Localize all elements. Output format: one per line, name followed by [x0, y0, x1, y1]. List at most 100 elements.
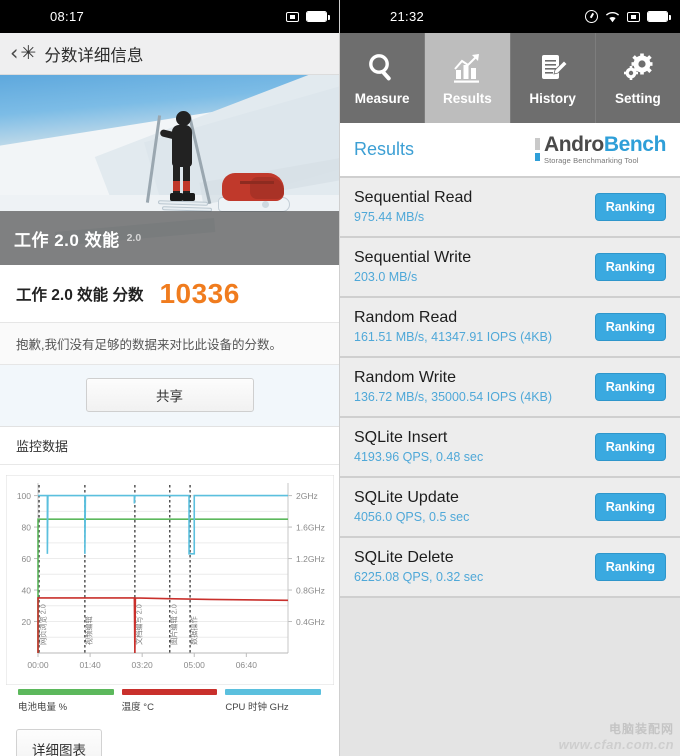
monitor-chart: 20 40 60 80 100 0.4GHz 0.8GHz 1.2GHz 1.6GHz 2GHz 0… — [0, 465, 339, 715]
battery-icon — [306, 11, 330, 22]
monitor-section-header: 监控数据 — [0, 427, 339, 465]
legend-item: CPU 时钟 GHz — [225, 689, 322, 713]
status-time: 08:17 — [50, 9, 85, 24]
score-row: 工作 2.0 效能 分数 10336 — [0, 265, 339, 323]
svg-text:60: 60 — [22, 554, 32, 564]
svg-text:100: 100 — [17, 491, 31, 501]
magnifier-icon — [369, 53, 391, 80]
svg-text:数据操作: 数据操作 — [190, 616, 199, 645]
brand-name-first: Andro — [543, 133, 604, 157]
logo-marks — [534, 138, 540, 161]
hero-image: 工作 2.0 效能 2.0 — [0, 75, 339, 265]
tab-bar: Measure Results History Setting — [340, 33, 680, 123]
result-row: Random Read 161.51 MB/s, 41347.91 IOPS (4… — [340, 298, 680, 358]
detail-chart-section: 详细图表 — [0, 715, 339, 756]
benchmark-name: 工作 2.0 效能 — [14, 230, 120, 250]
dual-screenshot: 08:17 ‹ ✳ 分数详细信息 工作 2.0 效能 2.0 工作 2.0 效能… — [0, 0, 680, 756]
vibrate-icon — [627, 11, 640, 22]
result-value: 4193.96 QPS, 0.48 sec — [354, 450, 484, 464]
comparison-note: 抱歉,我们没有足够的数据来对比此设备的分数。 — [0, 323, 339, 365]
document-edit-icon — [541, 54, 568, 79]
result-name: Sequential Read — [354, 189, 473, 206]
legend-label: 电池电量 % — [18, 702, 68, 713]
ranking-button[interactable]: Ranking — [594, 492, 666, 521]
result-name: Random Write — [354, 369, 456, 386]
data-saver-icon — [585, 10, 598, 23]
svg-text:03:20: 03:20 — [132, 660, 154, 670]
result-value: 203.0 MB/s — [354, 270, 418, 284]
svg-text:1.6GHz: 1.6GHz — [296, 523, 325, 533]
svg-text:00:00: 00:00 — [27, 660, 49, 670]
svg-text:0.8GHz: 0.8GHz — [296, 586, 325, 596]
result-row: Random Write 136.72 MB/s, 35000.54 IOPS (… — [340, 358, 680, 418]
svg-text:1.2GHz: 1.2GHz — [296, 554, 325, 564]
svg-text:2GHz: 2GHz — [296, 491, 318, 501]
cast-icon — [286, 11, 299, 22]
monitor-chart-svg: 20 40 60 80 100 0.4GHz 0.8GHz 1.2GHz 1.6GHz 2GHz 0… — [6, 475, 334, 685]
legend-item: 温度 °C — [121, 689, 218, 713]
ranking-button[interactable]: Ranking — [594, 552, 666, 581]
svg-text:0.4GHz: 0.4GHz — [296, 617, 325, 627]
pcmark-screen: 08:17 ‹ ✳ 分数详细信息 工作 2.0 效能 2.0 工作 2.0 效能… — [0, 0, 340, 756]
bar-chart-icon — [454, 53, 480, 83]
ranking-button[interactable]: Ranking — [594, 432, 666, 461]
result-name: Sequential Write — [354, 249, 472, 266]
tab-label: Setting — [615, 90, 661, 106]
status-time: 21:32 — [390, 9, 425, 24]
legend-item: 电池电量 % — [18, 689, 114, 713]
benchmark-version: 2.0 — [126, 232, 142, 244]
ranking-button[interactable]: Ranking — [594, 252, 666, 281]
tab-measure[interactable]: Measure — [340, 33, 426, 123]
detail-chart-button[interactable]: 详细图表 — [16, 729, 102, 756]
tab-history[interactable]: History — [510, 33, 596, 123]
skier-illustration — [145, 111, 213, 223]
tab-results[interactable]: Results — [425, 33, 511, 123]
pcmark-snowflake-icon: ✳ — [20, 43, 37, 64]
androbench-screen: 21:32 Measure Results History Setting Re… — [340, 0, 680, 756]
svg-text:80: 80 — [22, 523, 32, 533]
ranking-button[interactable]: Ranking — [594, 372, 666, 401]
svg-text:05:00: 05:00 — [184, 660, 206, 670]
svg-text:01:40: 01:40 — [79, 660, 101, 670]
result-row: SQLite Update 4056.0 QPS, 0.5 sec Ranking — [340, 478, 680, 538]
androbench-logo: AndroBench Storage Benchmarking Tool — [534, 133, 667, 166]
results-title: Results — [354, 139, 415, 159]
battery-icon — [647, 11, 671, 22]
tab-label: Measure — [354, 90, 410, 106]
legend-label: 温度 °C — [121, 702, 154, 713]
result-value: 161.51 MB/s, 41347.91 IOPS (4KB) — [354, 330, 553, 344]
result-row: SQLite Insert 4193.96 QPS, 0.48 sec Rankin… — [340, 418, 680, 478]
ranking-button[interactable]: Ranking — [594, 312, 666, 341]
app-bar: ‹ ✳ 分数详细信息 — [0, 33, 339, 75]
status-bar-left: 08:17 — [0, 0, 339, 33]
result-row: Sequential Read 975.44 MB/s Ranking — [340, 178, 680, 238]
tab-label: Results — [442, 90, 492, 106]
chart-legend: 电池电量 % 温度 °C CPU 时钟 GHz — [6, 685, 333, 713]
share-button[interactable]: 共享 — [85, 378, 254, 412]
svg-text:20: 20 — [22, 617, 32, 627]
brand-tagline: Storage Benchmarking Tool — [543, 156, 639, 166]
result-value: 6225.08 QPS, 0.32 sec — [354, 570, 484, 584]
result-value: 975.44 MB/s — [354, 210, 425, 224]
result-row: Sequential Write 203.0 MB/s Ranking — [340, 238, 680, 298]
score-value: 10336 — [159, 277, 240, 309]
legend-label: CPU 时钟 GHz — [225, 702, 289, 713]
back-icon[interactable]: ‹ — [10, 43, 18, 64]
svg-text:图片编辑 2.0: 图片编辑 2.0 — [169, 604, 178, 645]
result-name: SQLite Update — [354, 489, 459, 506]
svg-text:06:40: 06:40 — [236, 660, 258, 670]
result-name: SQLite Insert — [354, 429, 448, 446]
svg-text:40: 40 — [22, 586, 32, 596]
comparison-note-text: 抱歉,我们没有足够的数据来对比此设备的分数。 — [16, 338, 282, 352]
svg-text:网页浏览 2.0: 网页浏览 2.0 — [39, 604, 48, 645]
svg-text:视频编辑: 视频编辑 — [84, 616, 93, 645]
tab-label: History — [529, 90, 576, 106]
result-name: Random Read — [354, 309, 458, 326]
tab-setting[interactable]: Setting — [595, 33, 680, 123]
result-value: 136.72 MB/s, 35000.54 IOPS (4KB) — [354, 390, 553, 404]
brand-name-second: Bench — [603, 133, 667, 157]
results-header: Results AndroBench Storage Benchmarking … — [340, 123, 680, 178]
ranking-button[interactable]: Ranking — [594, 192, 666, 221]
result-value: 4056.0 QPS, 0.5 sec — [354, 510, 470, 524]
status-bar-right: 21:32 — [340, 0, 680, 33]
